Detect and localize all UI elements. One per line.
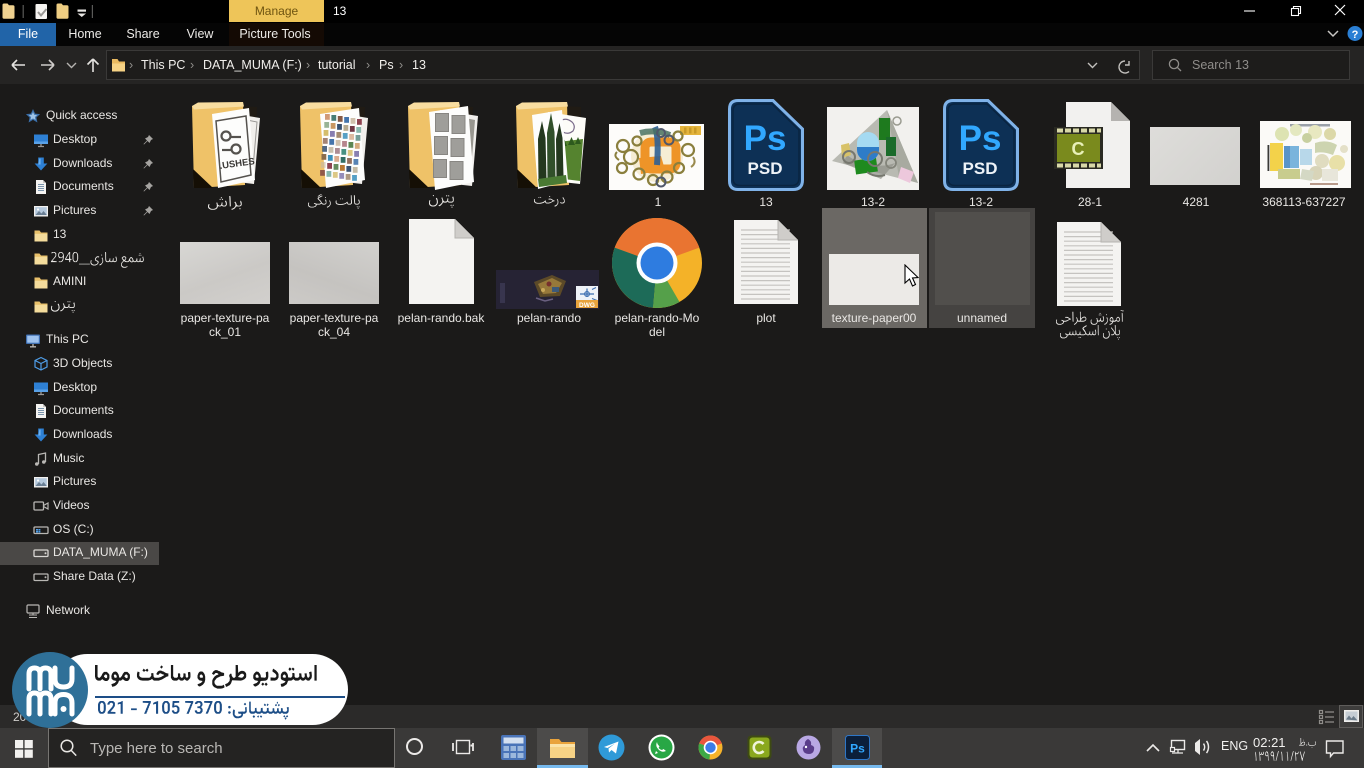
svg-text:Ps: Ps xyxy=(959,119,1002,158)
svg-text:DWG: DWG xyxy=(579,302,595,309)
svg-text:?: ? xyxy=(1352,29,1359,41)
svg-text:Ps: Ps xyxy=(744,119,787,158)
svg-text:C: C xyxy=(1072,139,1085,159)
svg-text:Ps: Ps xyxy=(850,742,865,756)
svg-text:PSD: PSD xyxy=(963,159,998,178)
svg-text:PSD: PSD xyxy=(748,159,783,178)
